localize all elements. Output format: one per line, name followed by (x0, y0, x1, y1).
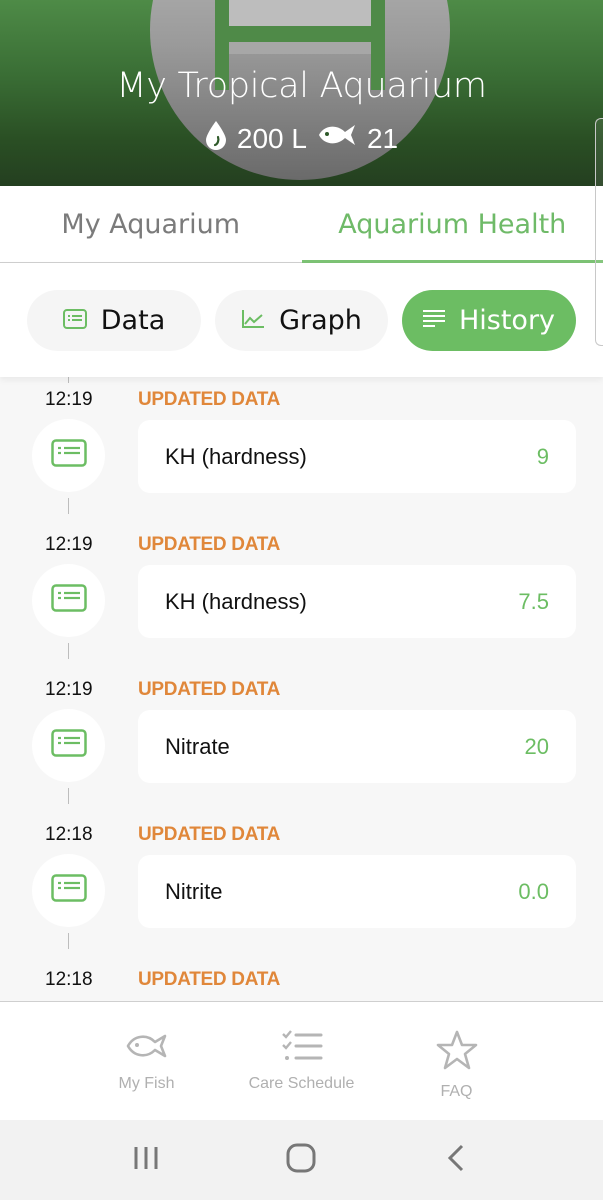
data-segment-label: Data (100, 304, 166, 336)
entry-card[interactable]: Nitrite 0.0 (138, 855, 576, 928)
aquarium-title: My Tropical Aquarium (116, 66, 487, 106)
checklist-icon (281, 1030, 323, 1067)
home-icon (286, 1143, 316, 1178)
entry-label: UPDATED DATA (138, 679, 281, 700)
volume-stat: 200 L (205, 120, 307, 157)
data-card-icon (62, 305, 87, 336)
entry-label: UPDATED DATA (138, 389, 281, 410)
entry-value: 20 (524, 733, 549, 759)
entry-parameter: KH (hardness) (165, 588, 307, 614)
tab-aquarium-health[interactable]: Aquarium Health (301, 186, 603, 263)
data-segment-button[interactable]: Data (27, 289, 201, 351)
history-entry: 12:19 UPDATED DATA KH (hardness) 7.5 (0, 512, 603, 659)
entry-label: UPDATED DATA (138, 534, 281, 555)
entry-value: 7.5 (518, 588, 549, 614)
tab-my-aquarium[interactable]: My Aquarium (0, 186, 302, 262)
nav-faq[interactable]: FAQ (379, 1002, 534, 1120)
fish-count-stat: 21 (317, 122, 398, 155)
main-tabs: My Aquarium Aquarium Health (0, 186, 603, 263)
fish-icon (317, 122, 357, 155)
water-drop-icon (205, 120, 227, 157)
home-button[interactable] (271, 1130, 331, 1190)
system-navigation-bar (0, 1120, 603, 1200)
nav-my-fish[interactable]: My Fish (69, 1002, 224, 1120)
entry-parameter: KH (hardness) (165, 443, 307, 469)
entry-icon-badge (32, 709, 105, 782)
entry-parameter: Nitrite (165, 878, 223, 904)
star-icon (436, 1030, 478, 1075)
entry-card[interactable]: KH (hardness) 7.5 (138, 565, 576, 638)
entry-icon-badge (32, 854, 105, 927)
aquarium-header: My Tropical Aquarium 200 L 21 (0, 0, 603, 186)
graph-segment-button[interactable]: Graph (215, 289, 388, 351)
history-entry: 12:19 UPDATED DATA Nitrate 20 (0, 657, 603, 804)
entry-icon-badge (32, 564, 105, 637)
recent-apps-button[interactable] (117, 1130, 177, 1190)
recent-apps-icon (133, 1144, 161, 1177)
fish-outline-icon (125, 1030, 169, 1067)
edge-panel-handle[interactable] (595, 118, 603, 346)
entry-value: 0.0 (518, 878, 549, 904)
history-timeline[interactable]: 12:19 UPDATED DATA KH (hardness) 9 12:19… (0, 377, 603, 1001)
entry-label: UPDATED DATA (138, 969, 281, 990)
entry-parameter: Nitrate (165, 733, 230, 759)
entry-time: 12:19 (45, 389, 93, 410)
data-card-icon (50, 439, 87, 472)
bottom-navigation: My Fish Care Schedule FAQ (0, 1001, 603, 1120)
history-entry: 12:18 UPDATED DATA (0, 947, 603, 1001)
back-button[interactable] (426, 1130, 486, 1190)
entry-card[interactable]: KH (hardness) 9 (138, 420, 576, 493)
history-segment-label: History (458, 304, 556, 336)
entry-label: UPDATED DATA (138, 824, 281, 845)
history-segment-button[interactable]: History (402, 289, 576, 351)
entry-time: 12:18 (45, 969, 93, 990)
nav-care-schedule-label: Care Schedule (248, 1075, 355, 1092)
data-card-icon (50, 729, 87, 762)
entry-time: 12:18 (45, 824, 93, 845)
history-entry: 12:18 UPDATED DATA Nitrite 0.0 (0, 802, 603, 949)
line-graph-icon (241, 305, 265, 336)
nav-my-fish-label: My Fish (118, 1075, 175, 1092)
nav-care-schedule[interactable]: Care Schedule (224, 1002, 379, 1120)
fish-count-value: 21 (366, 122, 399, 154)
entry-time: 12:19 (45, 679, 93, 700)
entry-card[interactable]: Nitrate 20 (138, 710, 576, 783)
history-entry: 12:19 UPDATED DATA KH (hardness) 9 (0, 377, 603, 514)
view-segments: Data Graph History (0, 263, 603, 377)
aquarium-stats: 200 L 21 (0, 120, 603, 157)
nav-faq-label: FAQ (440, 1083, 473, 1100)
graph-segment-label: Graph (279, 304, 362, 336)
entry-value: 9 (536, 443, 549, 469)
timeline-connector (68, 377, 69, 383)
data-card-icon (50, 874, 87, 907)
entry-time: 12:19 (45, 534, 93, 555)
back-icon (446, 1143, 466, 1178)
lines-icon (422, 305, 445, 336)
volume-value: 200 L (236, 122, 307, 154)
entry-icon-badge (32, 419, 105, 492)
data-card-icon (50, 584, 87, 617)
